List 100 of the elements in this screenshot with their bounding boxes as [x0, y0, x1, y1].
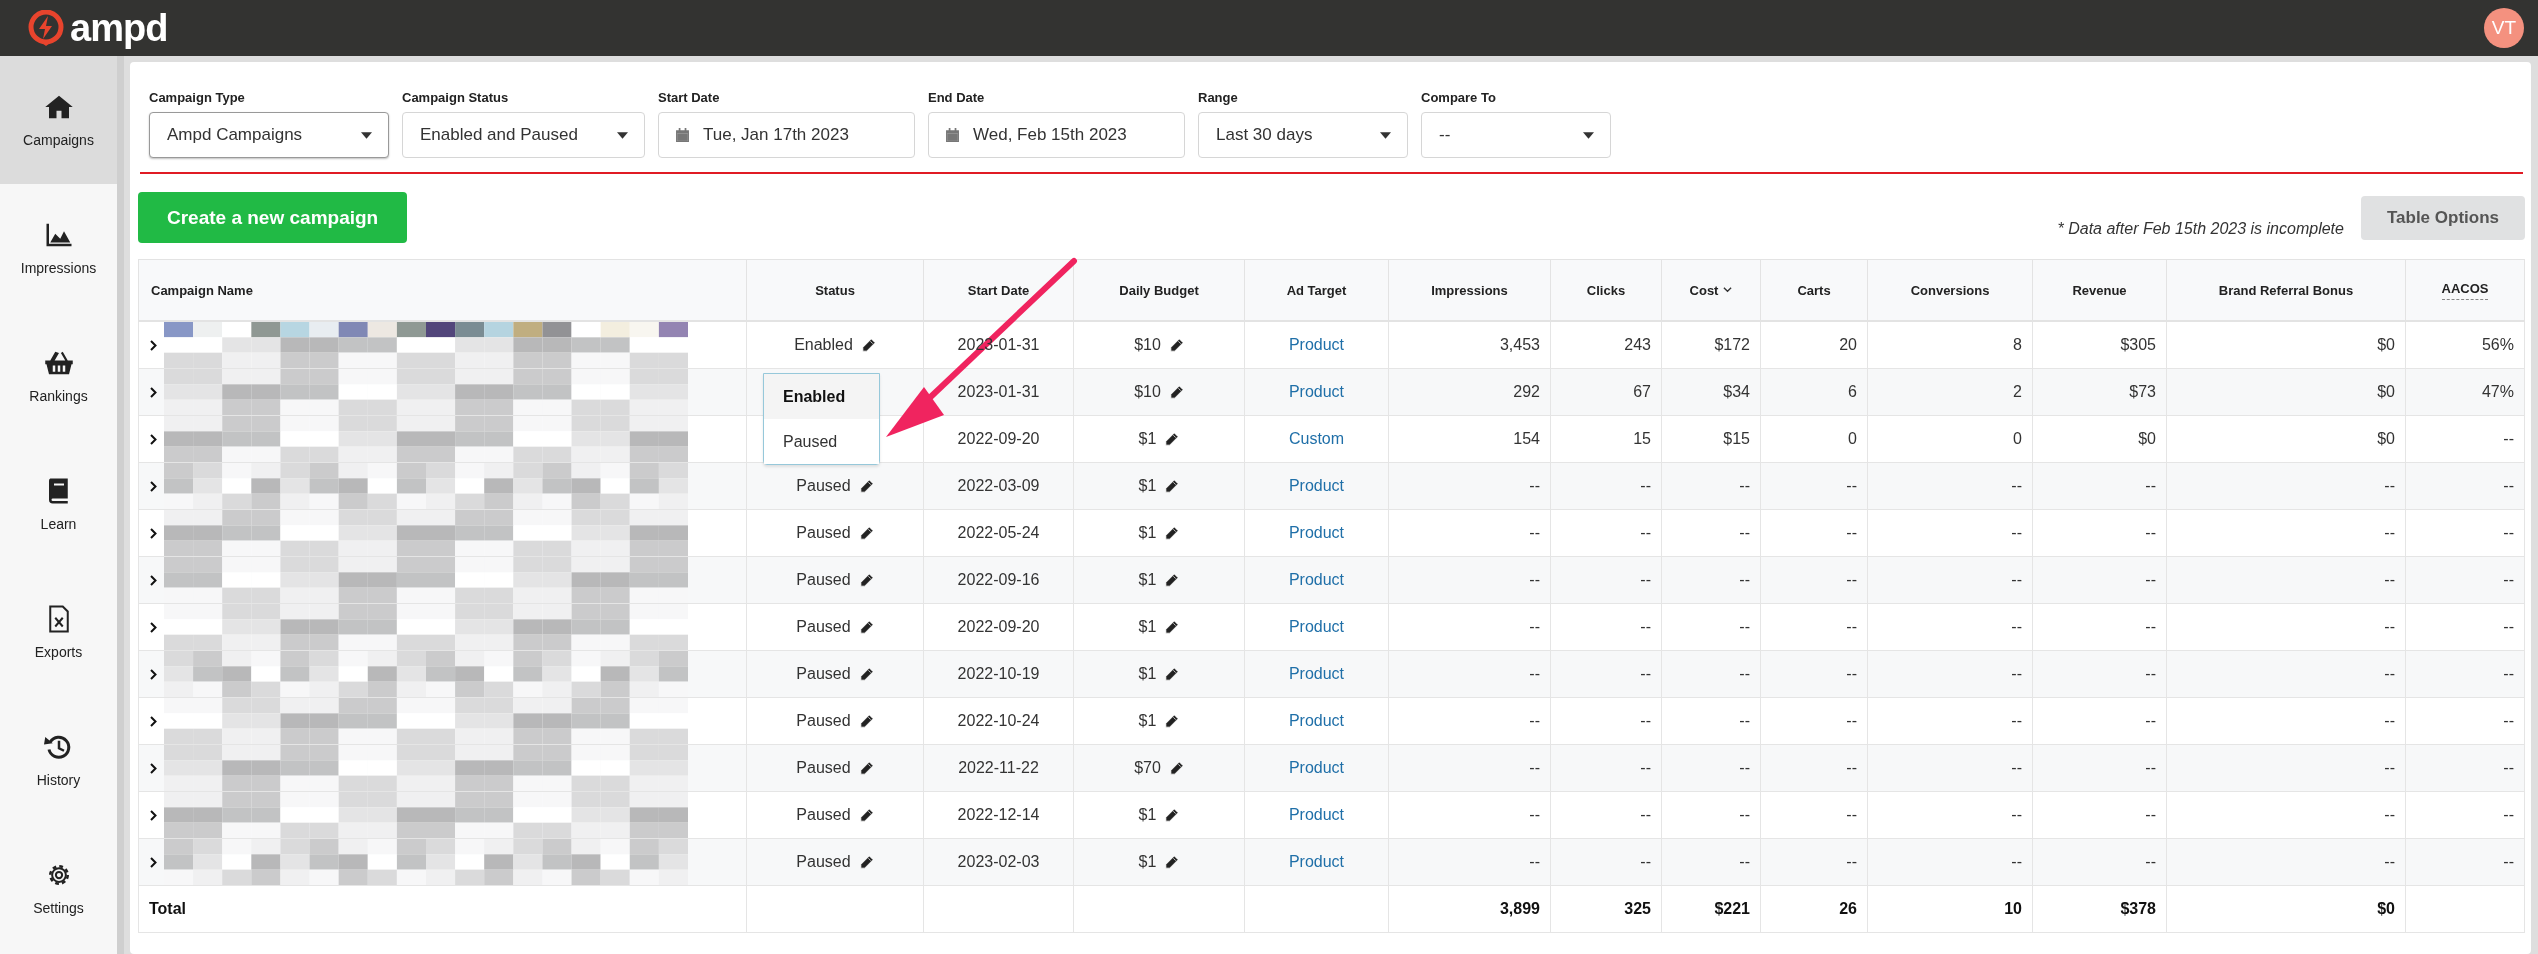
ad-target-link[interactable]: Product — [1288, 618, 1345, 635]
table-cell: -- — [1550, 744, 1662, 792]
expand-chevron-icon[interactable] — [149, 668, 158, 680]
select-field[interactable]: Last 30 days — [1198, 112, 1408, 158]
expand-chevron-icon[interactable] — [149, 715, 158, 727]
column-header[interactable]: Campaign Name — [138, 259, 747, 321]
table-cell: -- — [2032, 603, 2167, 651]
column-header[interactable]: Status — [746, 259, 924, 321]
expand-chevron-icon[interactable] — [149, 621, 158, 633]
menu-option[interactable]: Paused — [764, 419, 879, 464]
sidebar-item[interactable]: Impressions — [0, 184, 117, 312]
status-text: Paused — [796, 477, 851, 495]
table-cell: 0 — [1760, 415, 1868, 463]
ad-target-link[interactable]: Product — [1288, 336, 1345, 353]
table-cell: -- — [1760, 744, 1868, 792]
ad-target-link[interactable]: Product — [1288, 477, 1345, 494]
expand-chevron-icon[interactable] — [149, 386, 158, 398]
pencil-icon[interactable] — [1168, 760, 1184, 776]
expand-chevron-icon[interactable] — [149, 339, 158, 351]
ad-target-link[interactable]: Product — [1288, 853, 1345, 870]
table-cell: -- — [1388, 838, 1551, 886]
expand-chevron-icon[interactable] — [149, 480, 158, 492]
select-field[interactable]: -- — [1421, 112, 1611, 158]
ad-target-link[interactable]: Product — [1288, 712, 1345, 729]
sort-caret-icon — [1723, 287, 1733, 293]
expand-chevron-icon[interactable] — [149, 762, 158, 774]
sidebar-item[interactable]: Settings — [0, 824, 117, 952]
sidebar-item[interactable]: History — [0, 696, 117, 824]
table-cell: -- — [1550, 462, 1662, 510]
pencil-icon[interactable] — [858, 713, 874, 729]
pencil-icon[interactable] — [858, 666, 874, 682]
ad-target-link[interactable]: Product — [1288, 571, 1345, 588]
pencil-icon[interactable] — [1164, 666, 1180, 682]
column-header[interactable]: Revenue — [2032, 259, 2167, 321]
column-header[interactable]: Ad Target — [1244, 259, 1389, 321]
pencil-icon[interactable] — [1164, 713, 1180, 729]
sidebar-item[interactable]: Exports — [0, 568, 117, 696]
ad-target-link[interactable]: Product — [1288, 806, 1345, 823]
pencil-icon[interactable] — [1164, 431, 1180, 447]
select-field[interactable]: Enabled and Paused — [402, 112, 645, 158]
ad-target-link[interactable]: Product — [1288, 759, 1345, 776]
date-text: 2022-12-14 — [957, 806, 1040, 823]
menu-option[interactable]: Enabled — [764, 374, 879, 419]
expand-chevron-icon[interactable] — [149, 527, 158, 539]
column-header[interactable]: Daily Budget — [1073, 259, 1245, 321]
total-cell: 10 — [1867, 885, 2033, 933]
pencil-icon[interactable] — [1164, 854, 1180, 870]
total-cell: $221 — [1661, 885, 1761, 933]
column-header[interactable]: Impressions — [1388, 259, 1551, 321]
budget-text: $1 — [1138, 430, 1157, 448]
sidebar-item[interactable]: Rankings — [0, 312, 117, 440]
pencil-icon[interactable] — [1164, 478, 1180, 494]
ad-target-link[interactable]: Product — [1288, 665, 1345, 682]
ad-target-link[interactable]: Product — [1288, 383, 1345, 400]
column-header[interactable]: Carts — [1760, 259, 1868, 321]
status-text: Paused — [796, 853, 851, 871]
pencil-icon[interactable] — [1168, 384, 1184, 400]
expand-chevron-icon[interactable] — [149, 809, 158, 821]
table-cell: -- — [1867, 603, 2033, 651]
pencil-icon[interactable] — [860, 337, 876, 353]
table-cell: $172 — [1661, 321, 1761, 369]
column-header[interactable]: Cost — [1661, 259, 1761, 321]
ad-target-link[interactable]: Product — [1288, 524, 1345, 541]
table-cell: -- — [1550, 838, 1662, 886]
table-cell: -- — [2032, 838, 2167, 886]
date-field[interactable]: Wed, Feb 15th 2023 — [928, 112, 1185, 158]
pencil-icon[interactable] — [1164, 619, 1180, 635]
pencil-icon[interactable] — [858, 807, 874, 823]
table-cell: 2 — [1867, 368, 2033, 416]
select-field[interactable]: Ampd Campaigns — [149, 112, 389, 158]
expand-chevron-icon[interactable] — [149, 574, 158, 586]
column-header[interactable]: Conversions — [1867, 259, 2033, 321]
pencil-icon[interactable] — [858, 525, 874, 541]
sidebar-item[interactable]: Learn — [0, 440, 117, 568]
column-header[interactable]: Brand Referral Bonus — [2166, 259, 2406, 321]
pencil-icon[interactable] — [1164, 572, 1180, 588]
table-options-button[interactable]: Table Options — [2360, 195, 2525, 240]
pencil-icon[interactable] — [858, 760, 874, 776]
table-cell: -- — [1388, 744, 1551, 792]
date-text: 2022-09-20 — [957, 430, 1040, 447]
expand-chevron-icon[interactable] — [149, 856, 158, 868]
date-text: 2022-09-20 — [957, 618, 1040, 635]
expand-chevron-icon[interactable] — [149, 433, 158, 445]
pencil-icon[interactable] — [858, 572, 874, 588]
pencil-icon[interactable] — [1168, 337, 1184, 353]
pencil-icon[interactable] — [858, 619, 874, 635]
column-header[interactable]: Clicks — [1550, 259, 1662, 321]
pencil-icon[interactable] — [858, 854, 874, 870]
ad-target-link[interactable]: Custom — [1288, 430, 1345, 447]
table-cell: -- — [1867, 650, 2033, 698]
column-header[interactable]: AACOS — [2405, 259, 2525, 321]
pencil-icon[interactable] — [858, 478, 874, 494]
column-header[interactable]: Start Date — [923, 259, 1074, 321]
table-cell: -- — [1661, 462, 1761, 510]
pencil-icon[interactable] — [1164, 525, 1180, 541]
table-cell: -- — [1388, 650, 1551, 698]
sidebar-item[interactable]: Campaigns — [0, 56, 117, 184]
date-field[interactable]: Tue, Jan 17th 2023 — [658, 112, 915, 158]
table-cell: -- — [2032, 462, 2167, 510]
pencil-icon[interactable] — [1164, 807, 1180, 823]
